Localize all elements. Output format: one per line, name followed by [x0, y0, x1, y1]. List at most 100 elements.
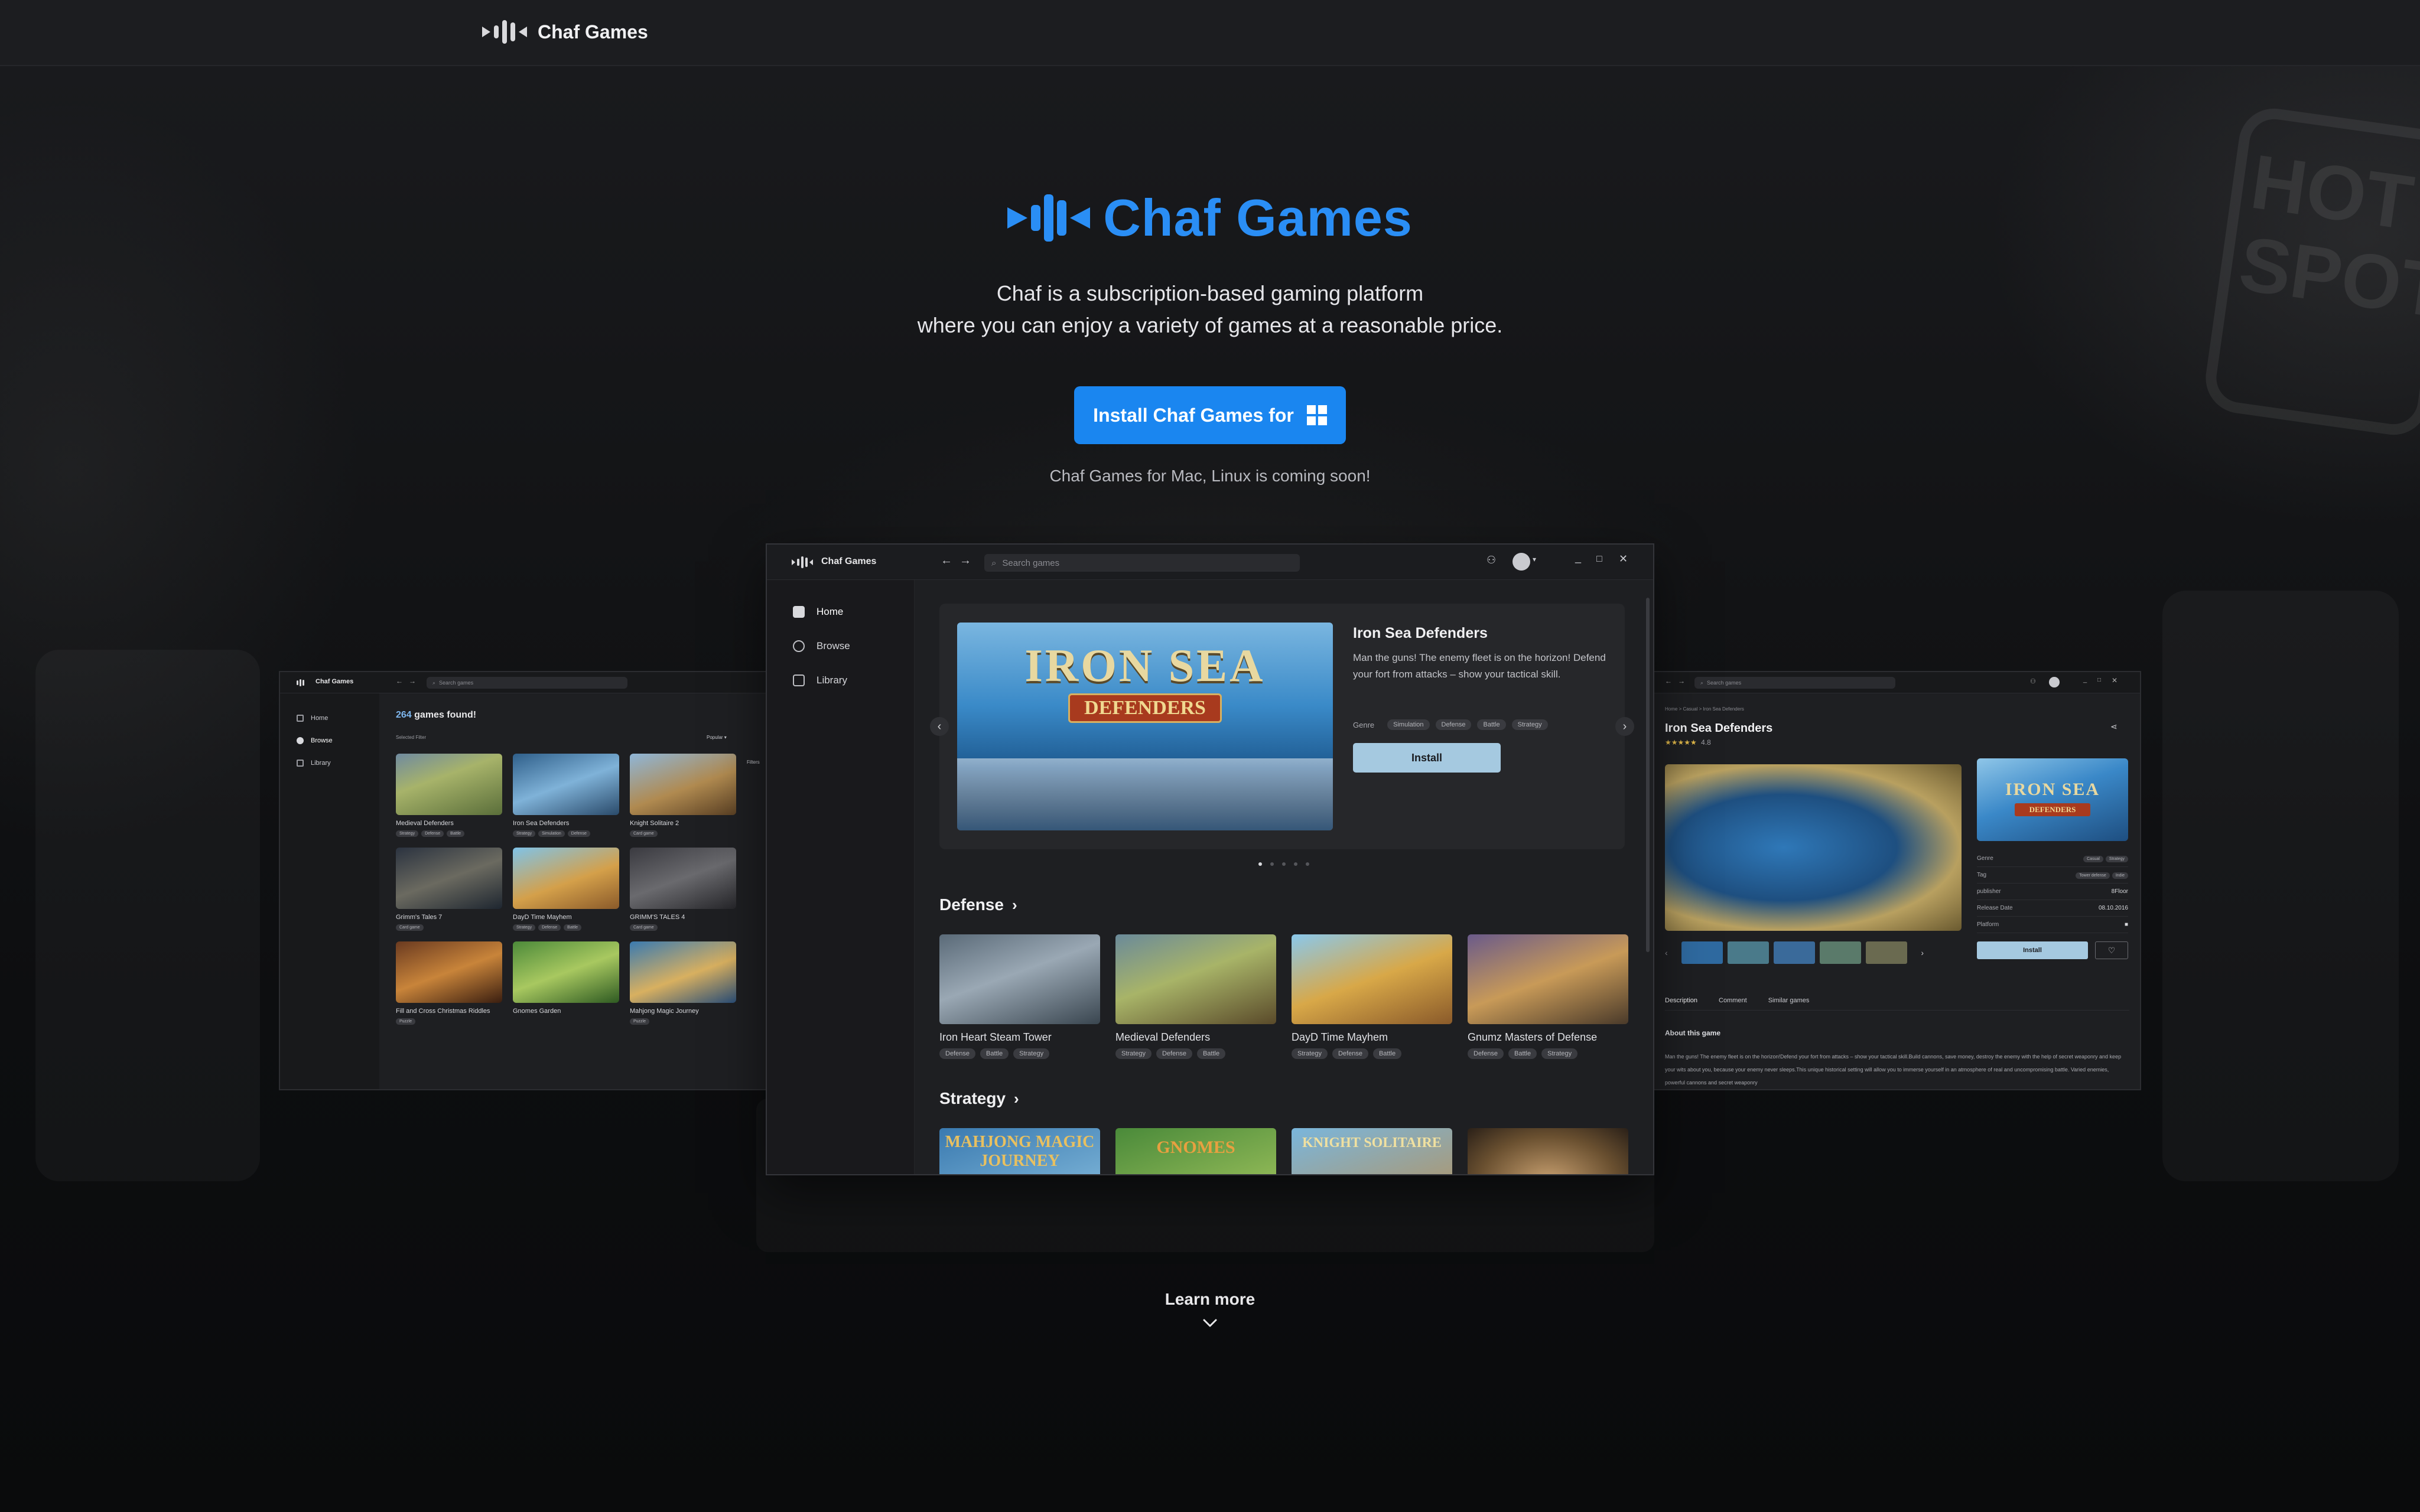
carousel-next-icon[interactable]: ›	[1615, 717, 1634, 736]
avatar[interactable]	[2049, 677, 2060, 687]
section-strategy-title[interactable]: Strategy ›	[939, 1089, 1019, 1108]
friends-icon[interactable]: ⚇	[2030, 677, 2036, 685]
carousel-dot[interactable]	[1270, 862, 1274, 866]
game-card[interactable]: DayD Time Mayhem Strategy Defense Battle	[513, 848, 619, 931]
game-tag: Strategy	[1541, 1048, 1578, 1059]
game-card[interactable]: GRIMM'S TALES 4 Card game	[630, 848, 736, 931]
game-card[interactable]: Iron Heart Steam Tower Defense Battle Stra…	[939, 934, 1100, 1059]
tab-similar-games[interactable]: Similar games	[1768, 997, 1810, 1004]
sidebar-item-home[interactable]: Home	[793, 606, 843, 618]
game-cover-image	[396, 848, 502, 909]
game-card[interactable]: Iron Sea Defenders Strategy Simulation Def…	[513, 754, 619, 837]
detail-search-input[interactable]: ⌕ Search games	[1694, 677, 1895, 689]
sort-dropdown[interactable]: Popular ▾	[707, 735, 727, 740]
info-tag[interactable]: Strategy	[2105, 855, 2128, 862]
featured-cover-subtitle: DEFENDERS	[1068, 693, 1222, 723]
sidebar-item-library[interactable]: Library	[297, 760, 331, 767]
thumbnail[interactable]	[1728, 941, 1769, 964]
detail-install-button[interactable]: Install	[1977, 941, 2088, 959]
sidebar-item-browse[interactable]: Browse	[297, 737, 333, 744]
browse-search-input[interactable]: ⌕ Search games	[427, 677, 627, 689]
carousel-dot[interactable]	[1282, 862, 1286, 866]
top-logo[interactable]: Chaf Games	[482, 20, 648, 44]
game-tag: Defense	[567, 830, 590, 837]
info-row: Platform ■	[1977, 917, 2128, 933]
info-tag[interactable]: Tower defense	[2076, 872, 2110, 879]
genre-tag[interactable]: Battle	[1477, 719, 1506, 730]
game-tag: Card game	[630, 830, 658, 837]
thumb-next-icon[interactable]: ›	[1912, 948, 1924, 957]
detail-search-placeholder: Search games	[1707, 680, 1742, 686]
game-card[interactable]: Grimm's Tales 7 Card game	[396, 848, 502, 931]
game-card[interactable]: KNIGHT SOLITAIRE	[1292, 1128, 1452, 1174]
detail-window-titlebar: ← → ⌕ Search games ⚇ _ □ ✕	[1652, 672, 2140, 693]
game-card[interactable]: GNOMES	[1115, 1128, 1276, 1174]
game-card[interactable]	[1468, 1128, 1628, 1174]
learn-more-link[interactable]: Learn more	[0, 1290, 2420, 1309]
featured-cover-image[interactable]: IRON SEA DEFENDERS	[957, 623, 1333, 830]
maximize-icon[interactable]: □	[1596, 554, 1602, 565]
close-icon[interactable]: ✕	[2112, 676, 2118, 685]
wishlist-heart-icon[interactable]: ♡	[2095, 941, 2128, 959]
info-tag[interactable]: Casual	[2083, 855, 2103, 862]
thumbnail[interactable]	[1774, 941, 1815, 964]
info-label: publisher	[1977, 888, 2001, 895]
friends-icon[interactable]: ⚇	[1487, 554, 1496, 566]
info-label: Tag	[1977, 872, 1987, 878]
browse-window-screenshot: Chaf Games ← → ⌕ Search games Home Brows…	[279, 671, 775, 1090]
genre-tag[interactable]: Defense	[1435, 719, 1472, 730]
featured-install-button[interactable]: Install	[1353, 743, 1501, 773]
back-arrow-icon[interactable]: ←	[941, 554, 952, 568]
thumbnail[interactable]	[1681, 941, 1723, 964]
game-card[interactable]: Fill and Cross Christmas Riddles Puzzle	[396, 941, 502, 1025]
game-card[interactable]: Gnomes Garden	[513, 941, 619, 1025]
minimize-icon[interactable]: _	[1575, 552, 1581, 564]
game-card[interactable]: Gnumz Masters of Defense Defense Battle St…	[1468, 934, 1628, 1059]
genre-tag[interactable]: Strategy	[1511, 719, 1548, 730]
game-cover-image	[939, 934, 1100, 1024]
sidebar-item-library[interactable]: Library	[793, 674, 847, 686]
game-card[interactable]: DayD Time Mayhem Strategy Defense Battle	[1292, 934, 1452, 1059]
carousel-prev-icon[interactable]: ‹	[930, 717, 949, 736]
carousel-dot[interactable]	[1306, 862, 1309, 866]
thumbnail[interactable]	[1866, 941, 1907, 964]
chevron-down-icon[interactable]	[1202, 1315, 1218, 1331]
chevron-down-icon[interactable]: ▾	[1533, 555, 1536, 563]
back-arrow-icon[interactable]: ←	[396, 677, 403, 685]
sidebar-item-home[interactable]: Home	[297, 715, 328, 722]
thumb-prev-icon[interactable]: ‹	[1665, 948, 1677, 957]
carousel-dot[interactable]	[1258, 862, 1262, 866]
home-scrollbar[interactable]	[1646, 598, 1650, 952]
maximize-icon[interactable]: □	[2097, 677, 2101, 683]
back-arrow-icon[interactable]: ←	[1665, 677, 1672, 685]
avatar[interactable]	[1512, 553, 1530, 571]
home-search-input[interactable]: ⌕ Search games	[984, 554, 1300, 572]
sidebar-item-browse[interactable]: Browse	[793, 640, 850, 652]
install-windows-button[interactable]: Install Chaf Games for	[1074, 386, 1346, 444]
install-button-label: Install Chaf Games for	[1093, 404, 1294, 426]
close-icon[interactable]: ✕	[1619, 553, 1628, 565]
game-card[interactable]: Medieval Defenders Strategy Defense Battle	[396, 754, 502, 837]
forward-arrow-icon[interactable]: →	[409, 677, 416, 685]
forward-arrow-icon[interactable]: →	[1678, 677, 1685, 685]
minimize-icon[interactable]: _	[2083, 676, 2087, 683]
game-card[interactable]: Mahjong Magic Journey Puzzle	[630, 941, 736, 1025]
share-icon[interactable]: ⋖	[2110, 722, 2118, 732]
game-card[interactable]: Medieval Defenders Strategy Defense Battle	[1115, 934, 1276, 1059]
genre-label: Genre	[1353, 720, 1375, 729]
game-card[interactable]: MAHJONG MAGIC JOURNEY	[939, 1128, 1100, 1174]
tab-comment[interactable]: Comment	[1719, 997, 1747, 1004]
library-icon	[297, 760, 304, 767]
game-tag: Puzzle	[630, 1018, 650, 1025]
info-tag[interactable]: Indie	[2112, 872, 2128, 879]
thumbnail[interactable]	[1820, 941, 1861, 964]
game-card[interactable]: Knight Solitaire 2 Card game	[630, 754, 736, 837]
forward-arrow-icon[interactable]: →	[959, 554, 971, 568]
tab-description[interactable]: Description	[1665, 997, 1697, 1004]
waves-illustration	[957, 758, 1333, 830]
sidebar-item-label: Browse	[311, 737, 333, 744]
genre-tag[interactable]: Simulation	[1387, 719, 1430, 730]
section-defense-title[interactable]: Defense ›	[939, 895, 1017, 914]
carousel-dot[interactable]	[1294, 862, 1297, 866]
game-title: Mahjong Magic Journey	[630, 1008, 699, 1015]
